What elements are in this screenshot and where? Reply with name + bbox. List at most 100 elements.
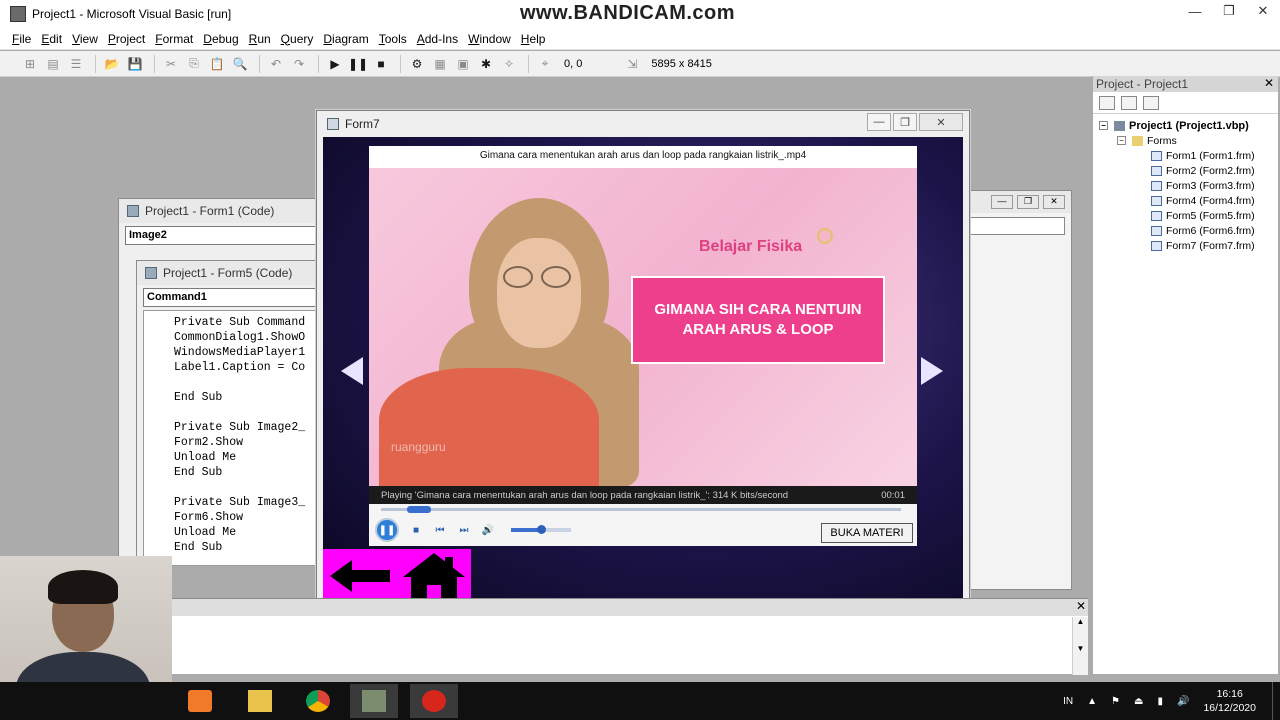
code-editor[interactable]: Private Sub Command CommonDialog1.ShowO … [143,310,319,566]
form7-close-button[interactable]: ✕ [919,113,963,131]
next-button[interactable]: ⏭ [455,521,473,539]
seek-thumb[interactable] [407,506,431,513]
menu-query[interactable]: Query [281,32,314,46]
find-icon[interactable]: 🔍 [230,55,250,73]
form5-code-window[interactable]: Project1 - Form5 (Code) Command1 Private… [136,260,326,566]
volume-slider[interactable] [511,525,571,534]
volume-icon[interactable]: 🔊 [479,521,497,539]
menu-diagram[interactable]: Diagram [323,32,368,46]
speaker-icon[interactable]: 🔊 [1177,696,1189,707]
volume-thumb[interactable] [537,525,546,534]
tree-item-form1[interactable]: Form1 (Form1.frm) [1093,148,1278,163]
add-project-icon[interactable]: ⊞ [20,55,40,73]
close-icon[interactable]: ✕ [1043,195,1065,209]
collapse-icon[interactable]: − [1099,121,1108,130]
buka-materi-button[interactable]: BUKA MATERI [821,523,913,543]
collapse-icon[interactable]: − [1117,136,1126,145]
menu-editor-icon[interactable]: ☰ [66,55,86,73]
pause-button[interactable]: ❚❚ [375,518,399,542]
view-object-icon[interactable] [1121,95,1137,110]
end-icon[interactable]: ■ [371,55,391,73]
project-explorer-icon[interactable]: ⚙ [407,55,427,73]
tree-root[interactable]: − Project1 (Project1.vbp) [1093,118,1278,133]
tree-item-form4[interactable]: Form4 (Form4.frm) [1093,193,1278,208]
menu-window[interactable]: Window [468,32,511,46]
close-button[interactable]: ✕ [1246,0,1280,22]
taskbar-media-player[interactable] [176,684,224,718]
usb-icon[interactable]: ⏏ [1134,696,1143,707]
copy-icon[interactable]: ⎘ [184,55,204,73]
view-code-icon[interactable] [1099,95,1115,110]
code-text[interactable]: Private Sub Command CommonDialog1.ShowO … [144,311,318,555]
tree-item-form7[interactable]: Form7 (Form7.frm) [1093,238,1278,253]
cut-icon[interactable]: ✂ [161,55,181,73]
menu-debug[interactable]: Debug [203,32,238,46]
tree-item-form3[interactable]: Form3 (Form3.frm) [1093,178,1278,193]
open-project-icon[interactable]: 📂 [102,55,122,73]
maximize-button[interactable]: ❐ [1212,0,1246,22]
taskbar-chrome[interactable] [294,684,342,718]
taskbar-file-explorer[interactable] [236,684,284,718]
taskbar-bandicam[interactable] [410,684,458,718]
close-icon[interactable]: ✕ [1264,76,1274,90]
toggle-folders-icon[interactable] [1143,95,1159,110]
menu-format[interactable]: Format [155,32,193,46]
form7-minimize-button[interactable]: — [867,113,891,131]
minimize-icon[interactable]: — [991,195,1013,209]
flag-icon[interactable]: ⚑ [1111,696,1120,707]
player-time: 00:01 [881,489,905,501]
back-button[interactable] [323,549,397,603]
menu-project[interactable]: Project [108,32,145,46]
chevron-up-icon[interactable]: ▲ [1087,696,1097,707]
project-explorer: Project - Project1 ✕ − Project1 (Project… [1092,76,1278,674]
form1-object-combo[interactable]: Image2 [125,226,321,245]
taskbar-vb6[interactable] [350,684,398,718]
tree-item-form5[interactable]: Form5 (Form5.frm) [1093,208,1278,223]
tree-item-form6[interactable]: Form6 (Form6.frm) [1093,223,1278,238]
background-code-window[interactable]: — ❐ ✕ [960,190,1072,590]
object-browser-icon[interactable]: ✱ [476,55,496,73]
menu-run[interactable]: Run [249,32,271,46]
menu-file[interactable]: File [12,32,31,46]
clock[interactable]: 16:16 16/12/2020 [1203,687,1256,715]
home-button[interactable] [397,549,471,603]
previous-button[interactable]: ⏮ [431,521,449,539]
form7-window[interactable]: Form7 — ❐ ✕ Gimana cara menentukan arah … [316,110,970,608]
paste-icon[interactable]: 📋 [207,55,227,73]
properties-window-icon[interactable]: ▦ [430,55,450,73]
add-form-icon[interactable]: ▤ [43,55,63,73]
form7-client-area: Gimana cara menentukan arah arus dan loo… [323,137,963,603]
procedure-combo[interactable] [967,217,1065,235]
immediate-scrollbar[interactable]: ▲ ▼ [1072,617,1088,675]
redo-icon[interactable]: ↷ [289,55,309,73]
minimize-button[interactable]: — [1178,0,1212,22]
network-icon[interactable]: ▮ [1157,696,1163,707]
menu-add-ins[interactable]: Add-Ins [417,32,458,46]
windows-media-player[interactable]: Gimana cara menentukan arah arus dan loo… [369,146,917,546]
video-frame[interactable]: Belajar Fisika GIMANA SIH CARA NENTUIN A… [369,168,917,486]
home-icon [403,553,465,599]
tree-item-form2[interactable]: Form2 (Form2.frm) [1093,163,1278,178]
restore-icon[interactable]: ❐ [1017,195,1039,209]
break-icon[interactable]: ❚❚ [348,55,368,73]
save-project-icon[interactable]: 💾 [125,55,145,73]
seek-bar[interactable] [381,506,901,513]
menu-help[interactable]: Help [521,32,546,46]
show-desktop-button[interactable] [1272,682,1276,720]
toolbar-separator [154,54,155,73]
language-indicator[interactable]: IN [1063,696,1073,707]
stop-button[interactable]: ■ [407,521,425,539]
menu-tools[interactable]: Tools [379,32,407,46]
tree-folder-forms[interactable]: − Forms [1093,133,1278,148]
form7-maximize-button[interactable]: ❐ [893,113,917,131]
toolbox-icon[interactable]: ✧ [499,55,519,73]
menu-view[interactable]: View [72,32,98,46]
position-readout: 0, 0 [564,57,583,70]
form-layout-icon[interactable]: ▣ [453,55,473,73]
start-icon[interactable]: ▶ [325,55,345,73]
undo-icon[interactable]: ↶ [266,55,286,73]
form5-object-combo[interactable]: Command1 [143,288,319,307]
immediate-window[interactable]: ✕ ▲ ▼ [172,598,1088,675]
menu-edit[interactable]: Edit [41,32,62,46]
close-icon[interactable]: ✕ [1076,599,1086,613]
